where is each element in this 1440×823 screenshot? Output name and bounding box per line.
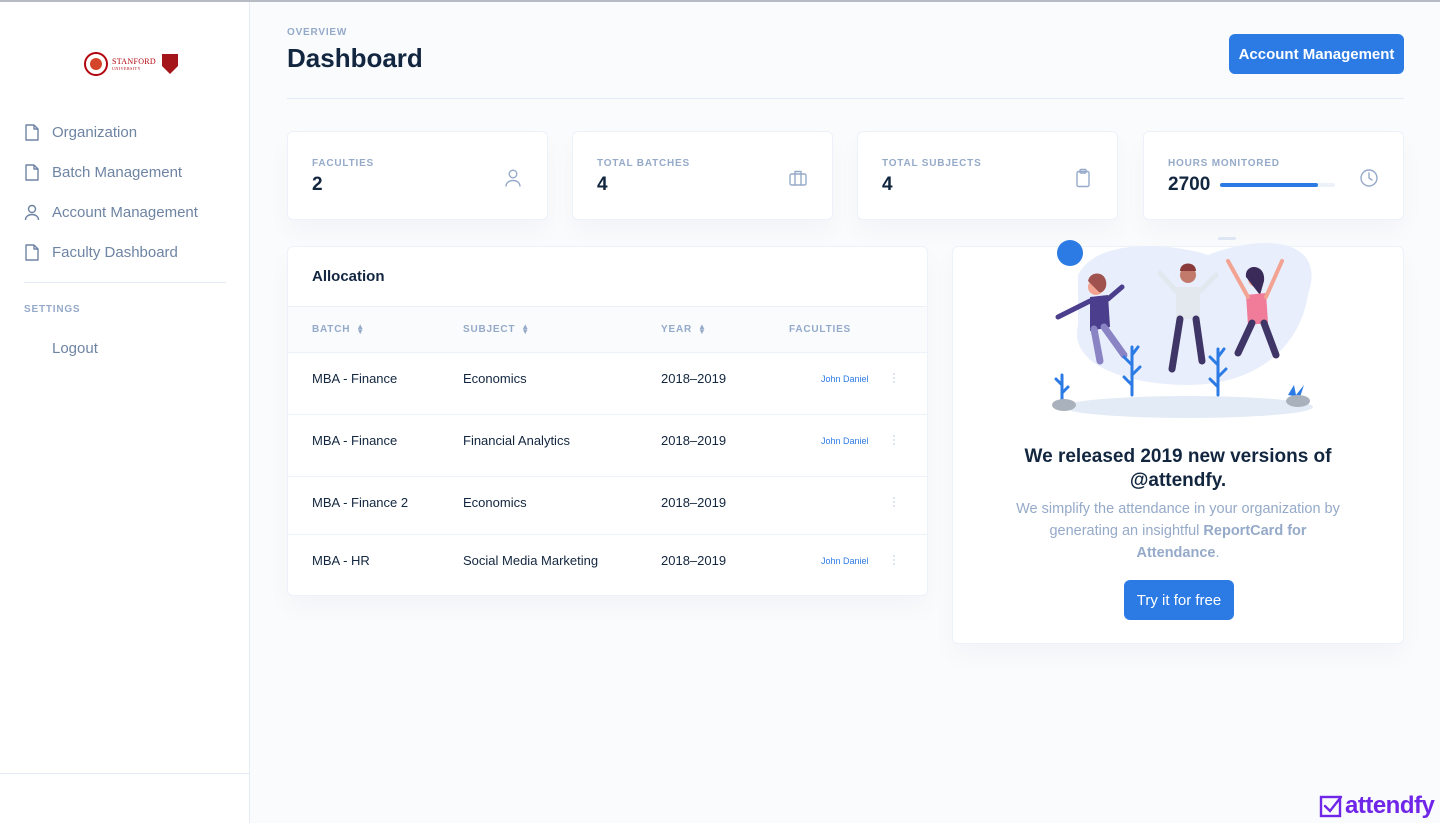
seal-icon [84,52,108,76]
row-actions-kebab-icon[interactable] [893,555,897,565]
row-actions-kebab-icon[interactable] [893,497,897,507]
sidebar-nav: Organization Batch Management Account Ma… [0,112,250,272]
settings-heading: SETTINGS [24,304,81,315]
column-header-label: BATCH [312,324,351,335]
cell-batch: MBA - Finance [312,371,398,386]
cell-subject: Financial Analytics [463,433,570,448]
table-header: BATCH ▲ ▼ SUBJECT ▲ ▼ YEAR ▲ ▼ FACULTIES [288,307,927,353]
column-header-year[interactable]: YEAR ▲ ▼ [661,321,707,336]
briefcase-icon [789,170,807,186]
faculty-link[interactable]: John Daniel [821,374,869,384]
cell-year: 2018–2019 [661,495,727,510]
sidebar-footer-divider [0,773,249,774]
stat-value: 4 [882,174,893,195]
column-header-label: YEAR [661,324,692,335]
hours-progress-bar [1220,183,1335,187]
column-header-subject[interactable]: SUBJECT ▲ ▼ [463,321,530,336]
row-actions-kebab-icon[interactable] [893,373,897,383]
promo-title: We released 2019 new versions of @attend… [1024,446,1332,491]
cell-batch: MBA - Finance 2 [312,495,409,510]
stat-value: 4 [597,174,608,195]
row-actions-kebab-icon[interactable] [893,435,897,445]
stat-value: 2700 [1168,174,1211,195]
cell-year: 2018–2019 [661,371,727,386]
sidebar-item-label: Faculty Dashboard [52,243,178,261]
promo-text: We simplify the attendance in your organ… [953,498,1403,564]
sidebar-divider [24,282,226,283]
sort-icon: ▲ ▼ [356,321,365,336]
sidebar-item-account-management[interactable]: Account Management [0,192,250,232]
sidebar-item-label: Batch Management [52,163,183,181]
cell-year: 2018–2019 [661,433,727,448]
table-row[interactable]: MBA - Finance 2 Economics 2018–2019 [288,477,927,535]
checkbox-icon [1319,795,1343,818]
sidebar-item-faculty-dashboard[interactable]: Faculty Dashboard [0,232,250,272]
table-row[interactable]: MBA - Finance Economics 2018–2019 John D… [288,353,927,415]
attendfy-brand: attendfy [1319,792,1435,820]
cell-batch: MBA - HR [312,553,370,568]
column-header-batch[interactable]: BATCH ▲ ▼ [312,321,365,336]
celebration-illustration [1052,237,1313,418]
sort-icon: ▲ ▼ [521,321,530,336]
table-row[interactable]: MBA - HR Social Media Marketing 2018–201… [288,535,927,595]
file-icon [24,123,40,141]
logo-subtext: UNIVERSITY [112,65,141,71]
account-management-button[interactable]: Account Management [1229,34,1404,74]
faculty-link[interactable]: John Daniel [821,436,869,446]
sort-icon: ▲ ▼ [697,321,707,336]
stat-label: FACULTIES [312,158,375,169]
allocation-title: Allocation [288,247,927,307]
cell-batch: MBA - Finance [312,433,398,448]
sidebar-item-label: Organization [52,123,138,141]
promo-card: We released 2019 new versions of @attend… [952,237,1404,644]
clock-icon [1360,169,1378,187]
file-icon [24,163,40,181]
cell-subject: Economics [463,371,527,386]
cell-subject: Economics [463,495,527,510]
logo-wordmark: STANFORD UNIVERSITY [112,56,156,71]
cell-subject: Social Media Marketing [463,553,599,568]
stat-value: 2 [312,174,323,195]
allocation-card: Allocation BATCH ▲ ▼ SUBJECT ▲ ▼ YEAR ▲ ▼ F… [287,246,928,596]
table-row[interactable]: MBA - Finance Financial Analytics 2018–2… [288,415,927,477]
try-free-button[interactable]: Try it for free [1124,580,1234,620]
page-pretitle: OVERVIEW [287,27,348,38]
header-divider [287,98,1404,99]
file-icon [24,243,40,261]
progress-fill [1220,183,1318,187]
stat-card-total-subjects: TOTAL SUBJECTS 4 [857,131,1118,220]
sidebar: STANFORD UNIVERSITY Organization Batch M… [0,2,250,823]
user-icon [505,169,521,187]
shield-icon [162,54,178,74]
column-header-label: SUBJECT [463,324,516,335]
sidebar-item-batch-management[interactable]: Batch Management [0,152,250,192]
brand-name: attendfy [1345,792,1435,819]
stat-label: HOURS MONITORED [1168,158,1280,169]
university-logo[interactable]: STANFORD UNIVERSITY [84,52,178,76]
cell-year: 2018–2019 [661,553,727,568]
sidebar-item-label: Account Management [52,203,198,221]
user-icon [24,203,40,221]
logout-link[interactable]: Logout [52,340,98,357]
sidebar-item-organization[interactable]: Organization [0,112,250,152]
clipboard-icon [1076,168,1090,188]
page-title: Dashboard [287,43,423,73]
column-header-label: FACULTIES [789,324,852,335]
stat-label: TOTAL BATCHES [597,158,690,169]
stat-label: TOTAL SUBJECTS [882,158,982,169]
logo-text: STANFORD [112,56,156,66]
stat-card-faculties: FACULTIES 2 [287,131,548,220]
stat-card-total-batches: TOTAL BATCHES 4 [572,131,833,220]
faculty-link[interactable]: John Daniel [821,556,869,566]
column-header-faculties: FACULTIES [789,324,851,335]
stat-card-hours-monitored: HOURS MONITORED 2700 [1143,131,1404,220]
promo-text-after: . [1215,545,1220,561]
